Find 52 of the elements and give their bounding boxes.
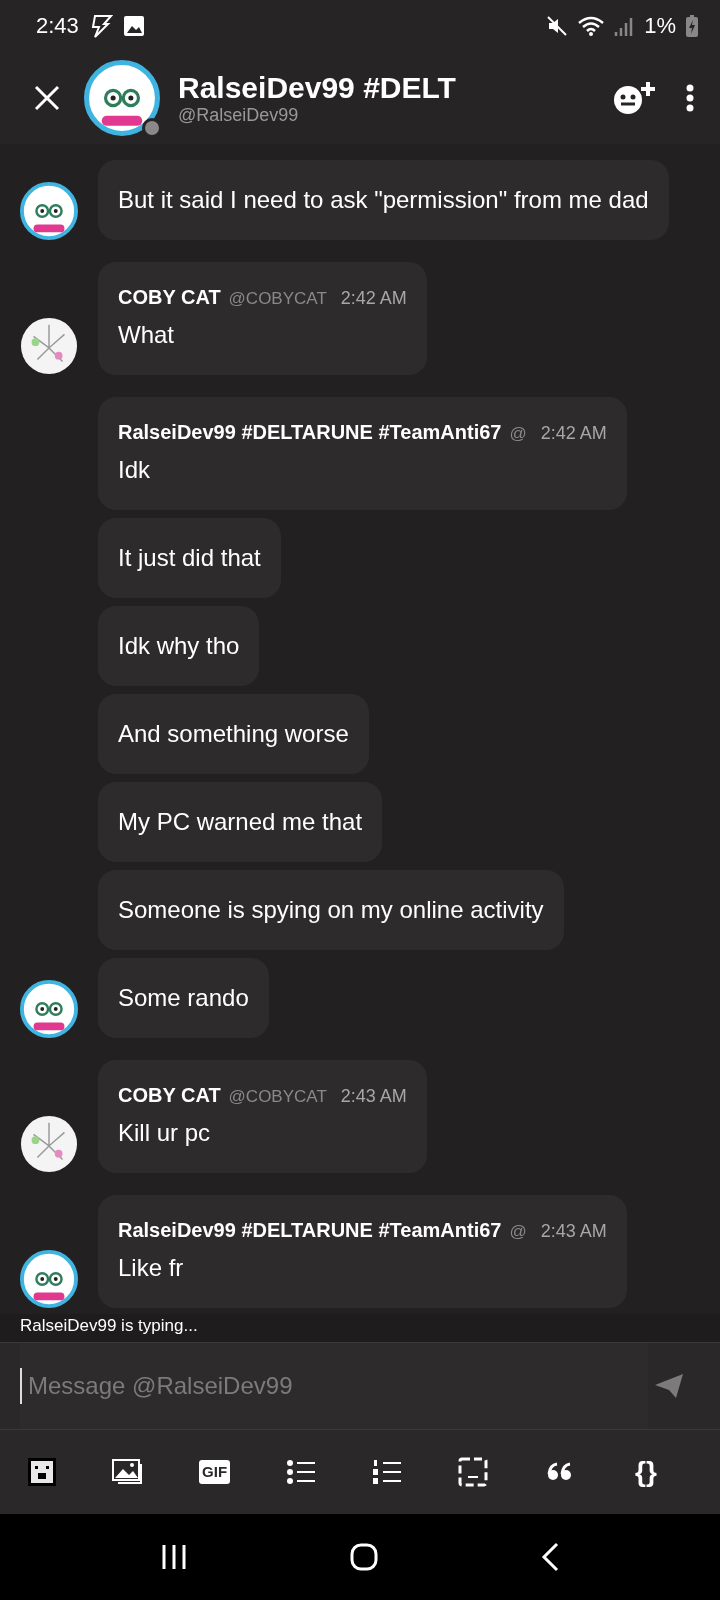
battery-charging-icon (686, 15, 698, 37)
quote-icon[interactable] (546, 1462, 573, 1482)
message-time: 2:43 AM (340, 1086, 407, 1107)
message-text: It just did that (118, 543, 261, 573)
message-text: Idk why tho (118, 631, 240, 661)
author-handle: @ (509, 1222, 527, 1242)
message-text: My PC warned me that (118, 807, 363, 837)
message-text: What (118, 320, 175, 350)
author-name: COBY CAT (118, 286, 221, 309)
sketch-avatar (20, 1115, 78, 1173)
message-time: 2:42 AM (540, 423, 607, 444)
bulleted-list-icon[interactable] (286, 1460, 315, 1484)
message-text: But it said I need to ask "permission" from me dad (118, 185, 649, 215)
chat-title: RalseiDev99 #DELT (178, 70, 457, 105)
username-text: @RalseiDev99 (178, 104, 300, 126)
author-name: RalseiDev99 #DELTARUNE #TeamAnti67 (118, 421, 502, 444)
image-icon (122, 15, 145, 37)
message-text: Like fr (118, 1253, 185, 1283)
author-handle: @COBYCAT (228, 289, 327, 309)
message-text: Someone is spying on my online activity (118, 895, 544, 925)
cartoon-avatar (20, 182, 78, 240)
message-time: 2:43 AM (540, 1221, 607, 1242)
image-icon[interactable] (112, 1459, 145, 1485)
message-text: Some rando (118, 983, 249, 1013)
author-handle: @ (509, 424, 527, 444)
author-name: RalseiDev99 #DELTARUNE #TeamAnti67 (118, 1219, 502, 1242)
message-text: And something worse (118, 719, 349, 749)
send-icon[interactable] (654, 1373, 684, 1399)
signal-icon (614, 16, 635, 36)
sticker-icon[interactable] (27, 1457, 57, 1487)
more-options-icon[interactable] (686, 84, 694, 112)
wifi-icon (578, 16, 605, 36)
author-handle: @COBYCAT (228, 1087, 327, 1107)
add-friend-icon[interactable] (612, 80, 656, 116)
home-icon[interactable] (350, 1543, 378, 1571)
cartoon-avatar (20, 980, 78, 1038)
sketch-avatar (20, 317, 78, 375)
muted-speaker-icon (546, 15, 569, 37)
typing-indicator: RalseiDev99 is typing... (0, 1314, 720, 1342)
numbered-list-icon[interactable] (373, 1460, 402, 1484)
cartoon-avatar (20, 1250, 78, 1308)
message-text: Idk (118, 455, 151, 485)
author-name: COBY CAT (118, 1084, 221, 1107)
battery-percent-text: 1% (644, 13, 676, 39)
recent-apps-icon[interactable] (161, 1544, 188, 1570)
code-block-button[interactable]: {} (629, 1456, 662, 1488)
back-icon[interactable] (540, 1542, 559, 1572)
clock-text: 2:43 (36, 13, 79, 39)
message-text: Kill ur pc (118, 1118, 212, 1148)
spoiler-icon[interactable] (458, 1457, 489, 1487)
close-icon[interactable] (34, 85, 60, 111)
message-time: 2:42 AM (340, 288, 407, 309)
